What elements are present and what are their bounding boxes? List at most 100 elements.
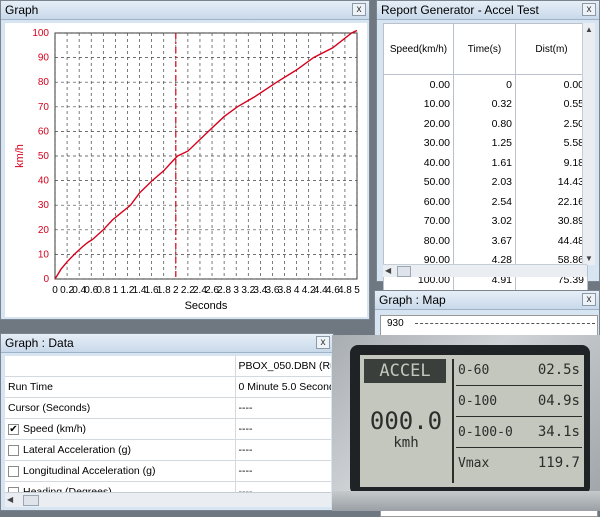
scroll-up-arrow-icon[interactable]: ▲: [585, 25, 593, 34]
device-photo: ACCEL 000.0 kmh 0-60 02.5s 0-100 04.9s 0…: [332, 335, 600, 511]
report-cell-dist: 14.43: [515, 172, 588, 192]
x-tick-label: 1: [113, 285, 119, 296]
report-scroll-thumb[interactable]: [397, 266, 411, 277]
report-row[interactable]: 30.00 1.25 5.58: [383, 133, 588, 153]
y-tick-label: 60: [38, 126, 50, 137]
report-cell-speed: 20.00: [383, 114, 454, 134]
report-col-time[interactable]: Time(s): [453, 23, 516, 75]
data-scroll-left-arrow-icon[interactable]: ◀: [7, 495, 13, 504]
data-row-value: ----: [234, 439, 331, 461]
data-row-label-cell: Run Time: [5, 376, 235, 398]
data-row[interactable]: Longitudinal Acceleration (g) ----: [5, 460, 331, 482]
report-header-row: Speed(km/h) Time(s) Dist(m): [383, 23, 588, 75]
report-cell-speed: 40.00: [383, 153, 454, 173]
scroll-left-arrow-icon[interactable]: ◀: [385, 266, 391, 275]
chart-svg: 0 0.20.40.60.8 1 1.21.41.61.8 2 2.22.42.62.8 3…: [14, 28, 360, 312]
x-tick-label: 3.8: [278, 285, 292, 296]
report-row[interactable]: 0.00 0 0.00: [383, 74, 588, 95]
data-row-label-cell: Longitudinal Acceleration (g): [5, 460, 235, 482]
y-tick-label: 80: [38, 77, 50, 88]
lcd-speed-unit: kmh: [393, 435, 419, 451]
data-row[interactable]: ✔ Speed (km/h) ----: [5, 418, 331, 440]
checkbox-icon[interactable]: [8, 465, 19, 477]
data-file-row: PBOX_050.DBN (Run: [5, 356, 331, 377]
report-cell-time: 1.25: [453, 133, 516, 153]
y-tick-label: 50: [38, 151, 50, 162]
report-col-dist[interactable]: Dist(m): [515, 23, 588, 75]
report-cell-speed: 10.00: [383, 94, 454, 114]
report-table: Speed(km/h) Time(s) Dist(m) 0.00 0 0.00 10.…: [383, 23, 588, 290]
data-table: PBOX_050.DBN (Run Run Time 0 Minute 5.0 S…: [5, 356, 331, 503]
report-vertical-scrollbar[interactable]: ▲ ▼: [582, 23, 595, 265]
data-title: Graph : Data: [5, 336, 74, 350]
data-row-label: Longitudinal Acceleration (g): [23, 465, 156, 477]
report-row[interactable]: 10.00 0.32 0.55: [383, 94, 588, 114]
map-axis-tick: 930: [387, 318, 404, 329]
report-cell-speed: 30.00: [383, 133, 454, 153]
scroll-down-arrow-icon[interactable]: ▼: [585, 254, 593, 263]
report-cell-dist: 2.50: [515, 114, 588, 134]
lcd-mode-label: ACCEL: [364, 359, 446, 383]
y-tick-label: 70: [38, 102, 50, 113]
y-tick-label: 30: [38, 200, 50, 211]
report-cell-time: 3.67: [453, 231, 516, 251]
data-panel: Graph : Data x PBOX_050.DBN (Run Run Tim…: [0, 333, 334, 511]
x-tick-label: 0: [52, 285, 58, 296]
graph-close-button[interactable]: x: [352, 3, 366, 16]
lcd-divider: [452, 359, 454, 483]
data-horizontal-scrollbar[interactable]: ◀: [5, 492, 331, 507]
data-file-spacer: [5, 356, 235, 377]
report-row[interactable]: 70.00 3.02 30.89: [383, 211, 588, 231]
data-row-value: ----: [234, 397, 331, 419]
y-tick-label: 40: [38, 176, 50, 187]
report-cell-dist: 30.89: [515, 211, 588, 231]
report-titlebar: Report Generator - Accel Test x: [377, 1, 599, 20]
map-titlebar: Graph : Map x: [375, 291, 599, 310]
data-row[interactable]: Run Time 0 Minute 5.0 Seconds: [5, 376, 331, 398]
map-title: Graph : Map: [379, 293, 446, 307]
checkbox-icon[interactable]: [8, 444, 19, 456]
lcd-row: 0-100 04.9s: [456, 388, 582, 417]
report-row[interactable]: 60.00 2.54 22.16: [383, 192, 588, 212]
data-scroll-thumb[interactable]: [23, 495, 39, 506]
data-row[interactable]: Cursor (Seconds) ----: [5, 397, 331, 419]
graph-title: Graph: [5, 3, 39, 17]
report-row[interactable]: 80.00 3.67 44.48: [383, 231, 588, 251]
report-cell-dist: 9.18: [515, 153, 588, 173]
data-close-button[interactable]: x: [316, 336, 330, 349]
report-col-speed[interactable]: Speed(km/h): [383, 23, 454, 75]
data-body: PBOX_050.DBN (Run Run Time 0 Minute 5.0 S…: [5, 356, 331, 503]
lcd-row-label: 0-100-0: [458, 425, 513, 440]
y-axis-label: km/h: [14, 144, 26, 168]
lcd-row-value: 34.1s: [537, 424, 580, 440]
data-row-value: ----: [234, 418, 331, 440]
data-row[interactable]: Lateral Acceleration (g) ----: [5, 439, 331, 461]
report-cell-time: 2.54: [453, 192, 516, 212]
report-row[interactable]: 20.00 0.80 2.50: [383, 114, 588, 134]
report-cell-dist: 5.58: [515, 133, 588, 153]
report-cell-time: 0.80: [453, 114, 516, 134]
report-row[interactable]: 50.00 2.03 14.43: [383, 172, 588, 192]
report-row[interactable]: 40.00 1.61 9.18: [383, 153, 588, 173]
speed-chart[interactable]: 0 0.2 0.4 0.6 0.8 1 1.2 1.4 1.6 1.8 2 2.2 2.4 2.6 2.8 3…: [5, 23, 367, 317]
data-titlebar: Graph : Data x: [1, 334, 333, 353]
report-cell-dist: 22.16: [515, 192, 588, 212]
data-row-label-cell: ✔ Speed (km/h): [5, 418, 235, 440]
lcd-row: Vmax 119.7: [456, 450, 582, 478]
report-close-button[interactable]: x: [582, 3, 596, 16]
lcd-row: 0-100-0 34.1s: [456, 419, 582, 448]
checkbox-checked-icon[interactable]: ✔: [8, 423, 19, 435]
report-cell-speed: 80.00: [383, 231, 454, 251]
report-cell-speed: 70.00: [383, 211, 454, 231]
map-close-button[interactable]: x: [582, 293, 596, 306]
lcd-row-label: Vmax: [458, 456, 490, 471]
report-cell-speed: 60.00: [383, 192, 454, 212]
data-file-name: PBOX_050.DBN (Run: [234, 356, 331, 377]
device-lcd: ACCEL 000.0 kmh 0-60 02.5s 0-100 04.9s 0…: [360, 355, 584, 487]
lcd-row-value: 04.9s: [537, 393, 580, 409]
lcd-row-value: 02.5s: [537, 362, 580, 378]
y-tick-label: 20: [38, 225, 50, 236]
data-row-value: ----: [234, 460, 331, 482]
report-horizontal-scrollbar[interactable]: ◀: [383, 264, 587, 277]
graph-titlebar: Graph x: [1, 1, 369, 20]
